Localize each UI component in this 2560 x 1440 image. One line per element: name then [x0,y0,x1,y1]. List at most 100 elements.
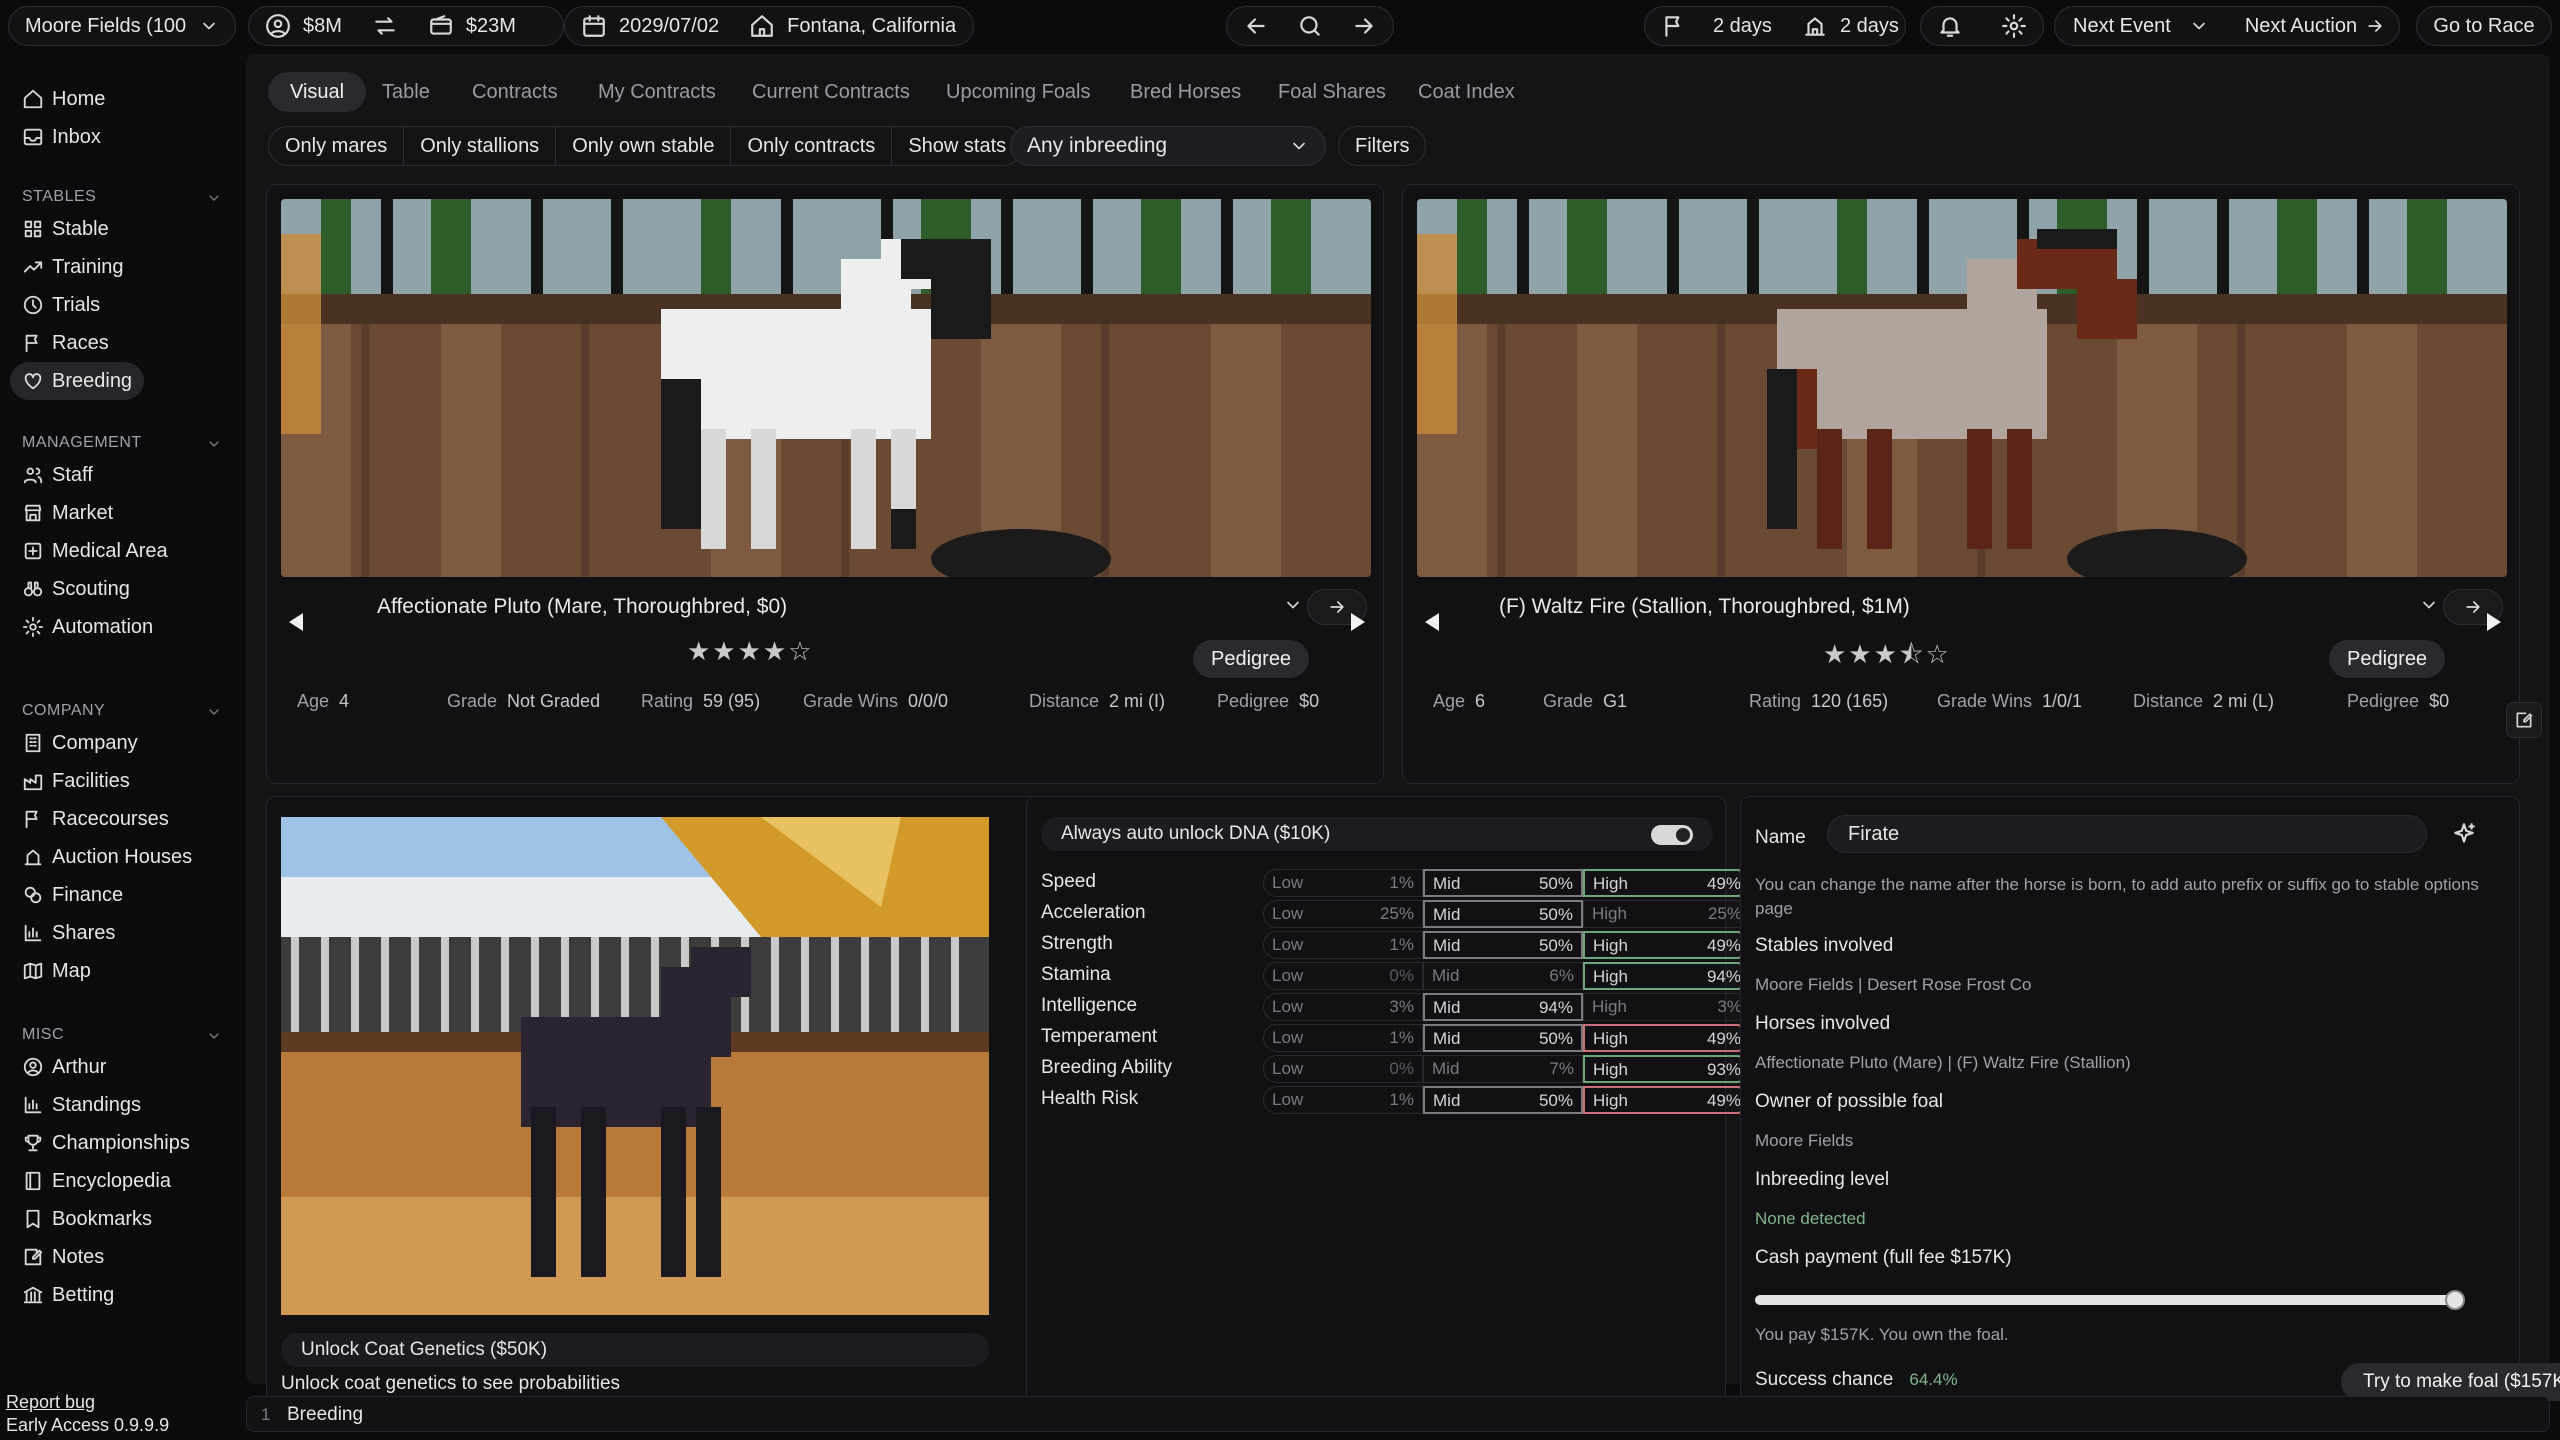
success-chance-value: 64.4% [1909,1370,1958,1389]
dna-seg-percent: 25% [1379,904,1414,923]
arrow-right-icon [2466,601,2480,613]
sidebar-item-medical-area[interactable]: Medical Area [10,532,180,570]
next-event-button[interactable]: Next Event [2073,15,2171,38]
tab-contracts[interactable]: Contracts [450,72,580,112]
stallion-image [1417,199,2507,577]
auto-unlock-toggle[interactable] [1651,825,1693,845]
sidebar-item-arthur[interactable]: Arthur [10,1048,118,1086]
mare-card: Affectionate Pluto (Mare, Thoroughbred, … [266,184,1384,784]
filter-only-stallions[interactable]: Only stallions [404,127,557,165]
arrow-left-icon[interactable] [1243,13,1269,39]
top-bar: Moore Fields (100... $8M $23M 2029/07/02… [0,0,2560,54]
sidebar-item-staff[interactable]: Staff [10,456,105,494]
mare-image [281,199,1371,577]
section-header-company[interactable]: COMPANY [22,702,222,720]
finance-summary[interactable]: $8M $23M [248,6,564,46]
race-countdown: 2 days [1713,14,1772,37]
go-to-race-button[interactable]: Go to Race [2416,6,2552,46]
edit-panel-button[interactable] [2506,702,2542,738]
sidebar-item-races[interactable]: Races [10,324,121,362]
cash-payment-slider[interactable] [1755,1290,2465,1310]
mare-pedigree-button[interactable]: Pedigree [1193,640,1310,678]
bookmark-icon [26,1209,40,1229]
sidebar-item-home[interactable]: Home [10,80,117,118]
search-icon[interactable] [1297,13,1323,39]
mare-prev-arrow[interactable] [289,613,303,631]
sidebar-item-betting[interactable]: Betting [10,1276,126,1314]
sidebar-item-company[interactable]: Company [10,724,150,762]
sidebar-item-trials[interactable]: Trials [10,286,112,324]
gear-icon[interactable] [2001,13,2027,39]
section-header-stables[interactable]: STABLES [22,188,222,206]
filter-only-contracts[interactable]: Only contracts [731,127,893,165]
sidebar-item-stable[interactable]: Stable [10,210,121,248]
dna-seg-percent: 25% [1707,904,1742,923]
stallion-prev-arrow[interactable] [1425,613,1439,631]
stable-selector[interactable]: Moore Fields (100... [8,6,236,46]
inbreeding-select-value: Any inbreeding [1027,134,1168,157]
dna-seg-mid: Mid 6% [1423,962,1583,990]
section-header-management[interactable]: MANAGEMENT [22,434,222,452]
chevron-down-icon [1293,142,1305,150]
filter-show-stats[interactable]: Show stats [892,127,1022,165]
sidebar-item-breeding[interactable]: Breeding [10,362,145,400]
sidebar-item-championships[interactable]: Championships [10,1124,202,1162]
sidebar-item-bookmarks[interactable]: Bookmarks [10,1200,164,1238]
inbox-icon [23,128,43,146]
sidebar-item-standings[interactable]: Standings [10,1086,153,1124]
unlock-coat-genetics-button[interactable]: Unlock Coat Genetics ($50K) [281,1333,989,1367]
sidebar-item-auction-houses[interactable]: Auction Houses [10,838,204,876]
sidebar-item-encyclopedia[interactable]: Encyclopedia [10,1162,183,1200]
inbreeding-select[interactable]: Any inbreeding [1010,126,1326,166]
tab-table[interactable]: Table [360,72,452,112]
sidebar-item-inbox[interactable]: Inbox [10,118,113,156]
cash-payment-slider-thumb[interactable] [2445,1290,2465,1310]
tab-upcoming-foals[interactable]: Upcoming Foals [924,72,1113,112]
foal-name-input[interactable]: Firate [1827,815,2427,853]
mare-next-arrow[interactable] [1351,613,1365,631]
chevron-down-icon[interactable] [2189,16,2209,36]
sidebar-item-scouting[interactable]: Scouting [10,570,142,608]
sidebar-item-shares[interactable]: Shares [10,914,127,952]
sidebar-item-notes[interactable]: Notes [10,1238,116,1276]
report-bug-link[interactable]: Report bug [6,1392,95,1413]
sidebar-item-training[interactable]: Training [10,248,136,286]
tab-visual[interactable]: Visual [268,72,367,112]
tab-current-contracts[interactable]: Current Contracts [730,72,932,112]
sidebar-item-automation[interactable]: Automation [10,608,165,646]
sidebar-item-racecourses[interactable]: Racecourses [10,800,181,838]
sidebar-item-map[interactable]: Map [10,952,103,990]
stallion-next-arrow[interactable] [2487,613,2501,631]
date-location[interactable]: 2029/07/02 Fontana, California [564,6,974,46]
dna-seg-low: Low 0% [1263,1055,1423,1083]
tab-my-contracts[interactable]: My Contracts [576,72,738,112]
filter-only-own-stable[interactable]: Only own stable [556,127,732,165]
go-to-race-label: Go to Race [2433,14,2535,37]
countdowns[interactable]: 2 days 2 days [1644,6,1906,46]
bell-icon[interactable] [1937,13,1963,39]
chevron-down-icon[interactable] [2419,595,2439,615]
sparkle-icon[interactable] [2451,821,2477,847]
sidebar-item-facilities[interactable]: Facilities [10,762,142,800]
dna-seg-percent: 1% [1389,935,1414,954]
next-auction-button[interactable]: Next Auction [2245,15,2357,38]
dna-probability-bar: Low 1% Mid 50% High 49% [1263,931,1751,959]
arrow-right-icon[interactable] [2365,16,2385,36]
sidebar-item-market[interactable]: Market [10,494,125,532]
tab-foal-shares[interactable]: Foal Shares [1256,72,1408,112]
tab-bred-horses[interactable]: Bred Horses [1108,72,1263,112]
chevron-down-icon[interactable] [1283,595,1303,615]
stallion-stat-distance: Distance 2 mi (L) [2133,691,2275,711]
sidebar-item-finance[interactable]: Finance [10,876,135,914]
dna-seg-low: Low 1% [1263,1024,1423,1052]
users-icon [23,467,43,484]
stallion-stable-picture [1417,199,2507,577]
auto-unlock-dna-label: Always auto unlock DNA ($10K) [1061,823,1331,844]
filters-button[interactable]: Filters [1338,126,1427,166]
tab-coat-index[interactable]: Coat Index [1396,72,1537,112]
unlock-coat-hint: Unlock coat genetics to see probabilitie… [281,1373,621,1394]
stallion-pedigree-button[interactable]: Pedigree [2329,640,2446,678]
section-header-misc[interactable]: MISC [22,1026,222,1044]
filter-only-mares[interactable]: Only mares [269,127,405,165]
arrow-right-icon[interactable] [1351,13,1377,39]
